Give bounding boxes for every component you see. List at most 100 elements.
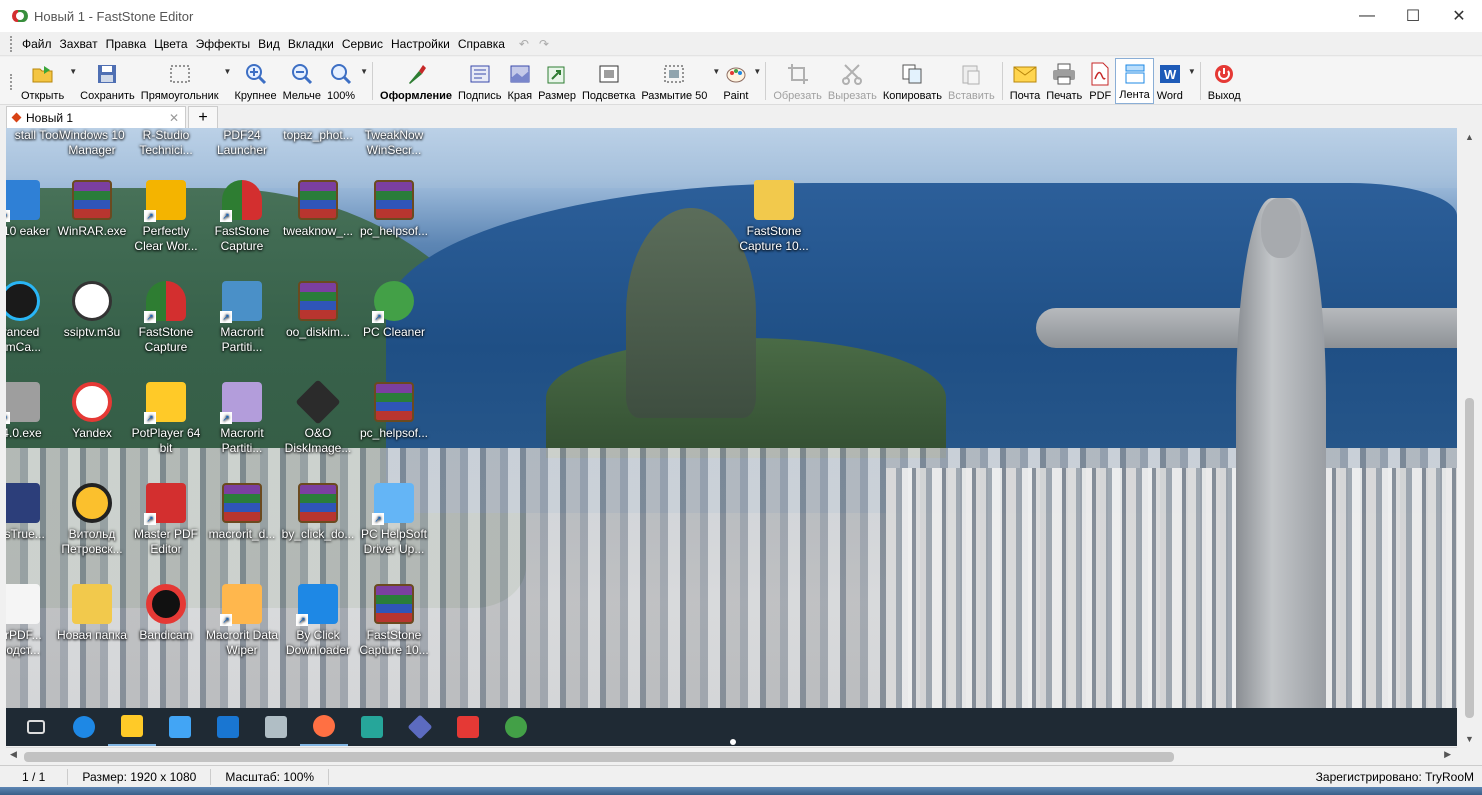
desktop-icon[interactable]: erPDF... водст... <box>6 584 58 658</box>
desktop-icon[interactable]: TweakNow WinSecr... <box>356 128 432 158</box>
ribbon-button[interactable]: Лента <box>1115 58 1154 104</box>
desktop-icon[interactable]: Новая папка <box>54 584 130 643</box>
desktop-icon[interactable]: R-Studio Technici... <box>128 128 204 158</box>
menu-settings[interactable]: Настройки <box>387 32 454 56</box>
menu-tools[interactable]: Сервис <box>338 32 387 56</box>
maximize-button[interactable]: ☐ <box>1390 0 1436 32</box>
zoom-dropdown-icon[interactable]: ▼ <box>360 67 368 76</box>
desktop-icon[interactable]: by_click_do... <box>280 483 356 542</box>
print-button[interactable]: Печать <box>1043 58 1085 104</box>
save-button[interactable]: Сохранить <box>77 58 138 104</box>
edges-button[interactable]: Края <box>505 58 536 104</box>
menu-colors[interactable]: Цвета <box>150 32 191 56</box>
store-icon[interactable] <box>156 708 204 746</box>
zoom-in-button[interactable]: Крупнее <box>231 58 279 104</box>
close-button[interactable]: ✕ <box>1436 0 1482 32</box>
mail-button[interactable]: Почта <box>1007 58 1044 104</box>
open-dropdown-icon[interactable]: ▼ <box>69 67 77 76</box>
blur-button[interactable]: Размытие 50 <box>638 58 710 104</box>
desktop-icon[interactable]: macrorit_d... <box>204 483 280 542</box>
pdf-button[interactable]: PDF <box>1085 58 1115 104</box>
edge-icon[interactable] <box>60 708 108 746</box>
desktop-icon[interactable]: Macrorit Data Wiper <box>204 584 280 658</box>
desktop-icon[interactable]: topaz_phot... <box>280 128 356 143</box>
open-button[interactable]: Открыть <box>18 58 67 104</box>
desktop-icon[interactable]: FastStone Capture 10... <box>736 180 812 254</box>
tab-close-icon[interactable]: ✕ <box>169 111 179 125</box>
crop-button[interactable]: Обрезать <box>770 58 825 104</box>
desktop-icon[interactable]: oo_diskim... <box>280 281 356 340</box>
app-icon[interactable] <box>396 708 444 746</box>
menu-file[interactable]: Файл <box>18 32 56 56</box>
menu-effects[interactable]: Эффекты <box>192 32 255 56</box>
app-icon[interactable] <box>252 708 300 746</box>
undo-icon[interactable]: ↶ <box>519 37 529 51</box>
desktop-icon[interactable]: pc_helpsof... <box>356 382 432 441</box>
redo-icon[interactable]: ↷ <box>539 37 549 51</box>
desktop-icon[interactable]: PC HelpSoft Driver Up... <box>356 483 432 557</box>
scroll-right-icon[interactable]: ▶ <box>1444 749 1451 760</box>
desktop-icon[interactable]: PC Cleaner <box>356 281 432 340</box>
tab-document[interactable]: Новый 1 ✕ <box>6 106 186 128</box>
copy-button[interactable]: Копировать <box>880 58 945 104</box>
desktop-icon[interactable]: PotPlayer 64 bit <box>128 382 204 456</box>
menu-tabs[interactable]: Вкладки <box>284 32 338 56</box>
menu-capture[interactable]: Захват <box>56 32 102 56</box>
paste-button[interactable]: Вставить <box>945 58 998 104</box>
utorrent-icon[interactable] <box>492 708 540 746</box>
desktop-icon[interactable]: By Click Downloader <box>280 584 356 658</box>
desktop-icon[interactable]: ssiptv.m3u <box>54 281 130 340</box>
vertical-scroll-thumb[interactable] <box>1465 398 1474 718</box>
menu-view[interactable]: Вид <box>254 32 284 56</box>
scroll-down-icon[interactable]: ▼ <box>1457 730 1482 748</box>
desktop-icon[interactable]: vanced emCa... <box>6 281 58 355</box>
paint-button[interactable]: Paint <box>720 58 751 104</box>
desktop-icon[interactable]: WinRAR.exe <box>54 180 130 239</box>
scroll-left-icon[interactable]: ◀ <box>10 749 17 760</box>
word-button[interactable]: W Word <box>1154 58 1186 104</box>
desktop-icon[interactable]: Bandicam <box>128 584 204 643</box>
decor-button[interactable]: Оформление <box>377 58 455 104</box>
rectangle-dropdown-icon[interactable]: ▼ <box>224 67 232 76</box>
desktop-icon[interactable]: in 10 eaker <box>6 180 58 239</box>
desktop-icon[interactable]: Macrorit Partiti... <box>204 281 280 355</box>
word-dropdown-icon[interactable]: ▼ <box>1188 67 1196 76</box>
image-canvas[interactable]: stall Tool Windows 10 Manager R-Studio T… <box>6 128 1457 708</box>
rectangle-select-button[interactable]: Прямоугольник <box>138 58 222 104</box>
firefox-icon[interactable] <box>300 708 348 746</box>
desktop-icon[interactable]: Витольд Петровск... <box>54 483 130 557</box>
desktop-icon[interactable]: O&O DiskImage... <box>280 379 356 456</box>
caption-button[interactable]: Подпись <box>455 58 505 104</box>
desktop-icon[interactable]: PDF24 Launcher <box>204 128 280 158</box>
desktop-icon[interactable]: FastStone Capture 10... <box>356 584 432 658</box>
zoom-100-button[interactable]: 100% <box>324 58 358 104</box>
horizontal-scroll-thumb[interactable] <box>24 752 1174 762</box>
mail-icon[interactable] <box>204 708 252 746</box>
zoom-out-button[interactable]: Мельче <box>280 58 324 104</box>
desktop-icon[interactable]: FastStone Capture <box>204 180 280 254</box>
desktop-icon[interactable]: pc_helpsof... <box>356 180 432 239</box>
menu-help[interactable]: Справка <box>454 32 509 56</box>
paint-dropdown-icon[interactable]: ▼ <box>753 67 761 76</box>
blur-dropdown-icon[interactable]: ▼ <box>712 67 720 76</box>
exit-button[interactable]: Выход <box>1205 58 1244 104</box>
desktop-icon[interactable]: FastStone Capture <box>128 281 204 355</box>
app-icon[interactable] <box>444 708 492 746</box>
scroll-up-icon[interactable]: ▲ <box>1457 128 1482 146</box>
desktop-icon[interactable]: Macrorit Partiti... <box>204 382 280 456</box>
task-view-icon[interactable] <box>12 708 60 746</box>
desktop-icon[interactable]: Windows 10 Manager <box>54 128 130 158</box>
horizontal-scrollbar[interactable]: ◀ ▶ <box>6 747 1457 765</box>
app-icon[interactable] <box>348 708 396 746</box>
menu-edit[interactable]: Правка <box>102 32 151 56</box>
resize-button[interactable]: Размер <box>535 58 579 104</box>
desktop-icon[interactable]: nisTrue... <box>6 483 58 542</box>
desktop-icon[interactable]: Master PDF Editor <box>128 483 204 557</box>
desktop-icon[interactable]: Perfectly Clear Wor... <box>128 180 204 254</box>
minimize-button[interactable]: — <box>1344 0 1390 32</box>
highlight-button[interactable]: Подсветка <box>579 58 638 104</box>
vertical-scrollbar[interactable]: ▲ ▼ <box>1457 128 1482 748</box>
cut-button[interactable]: Вырезать <box>825 58 880 104</box>
file-explorer-icon[interactable] <box>108 708 156 746</box>
add-tab-button[interactable]: + <box>188 106 218 128</box>
